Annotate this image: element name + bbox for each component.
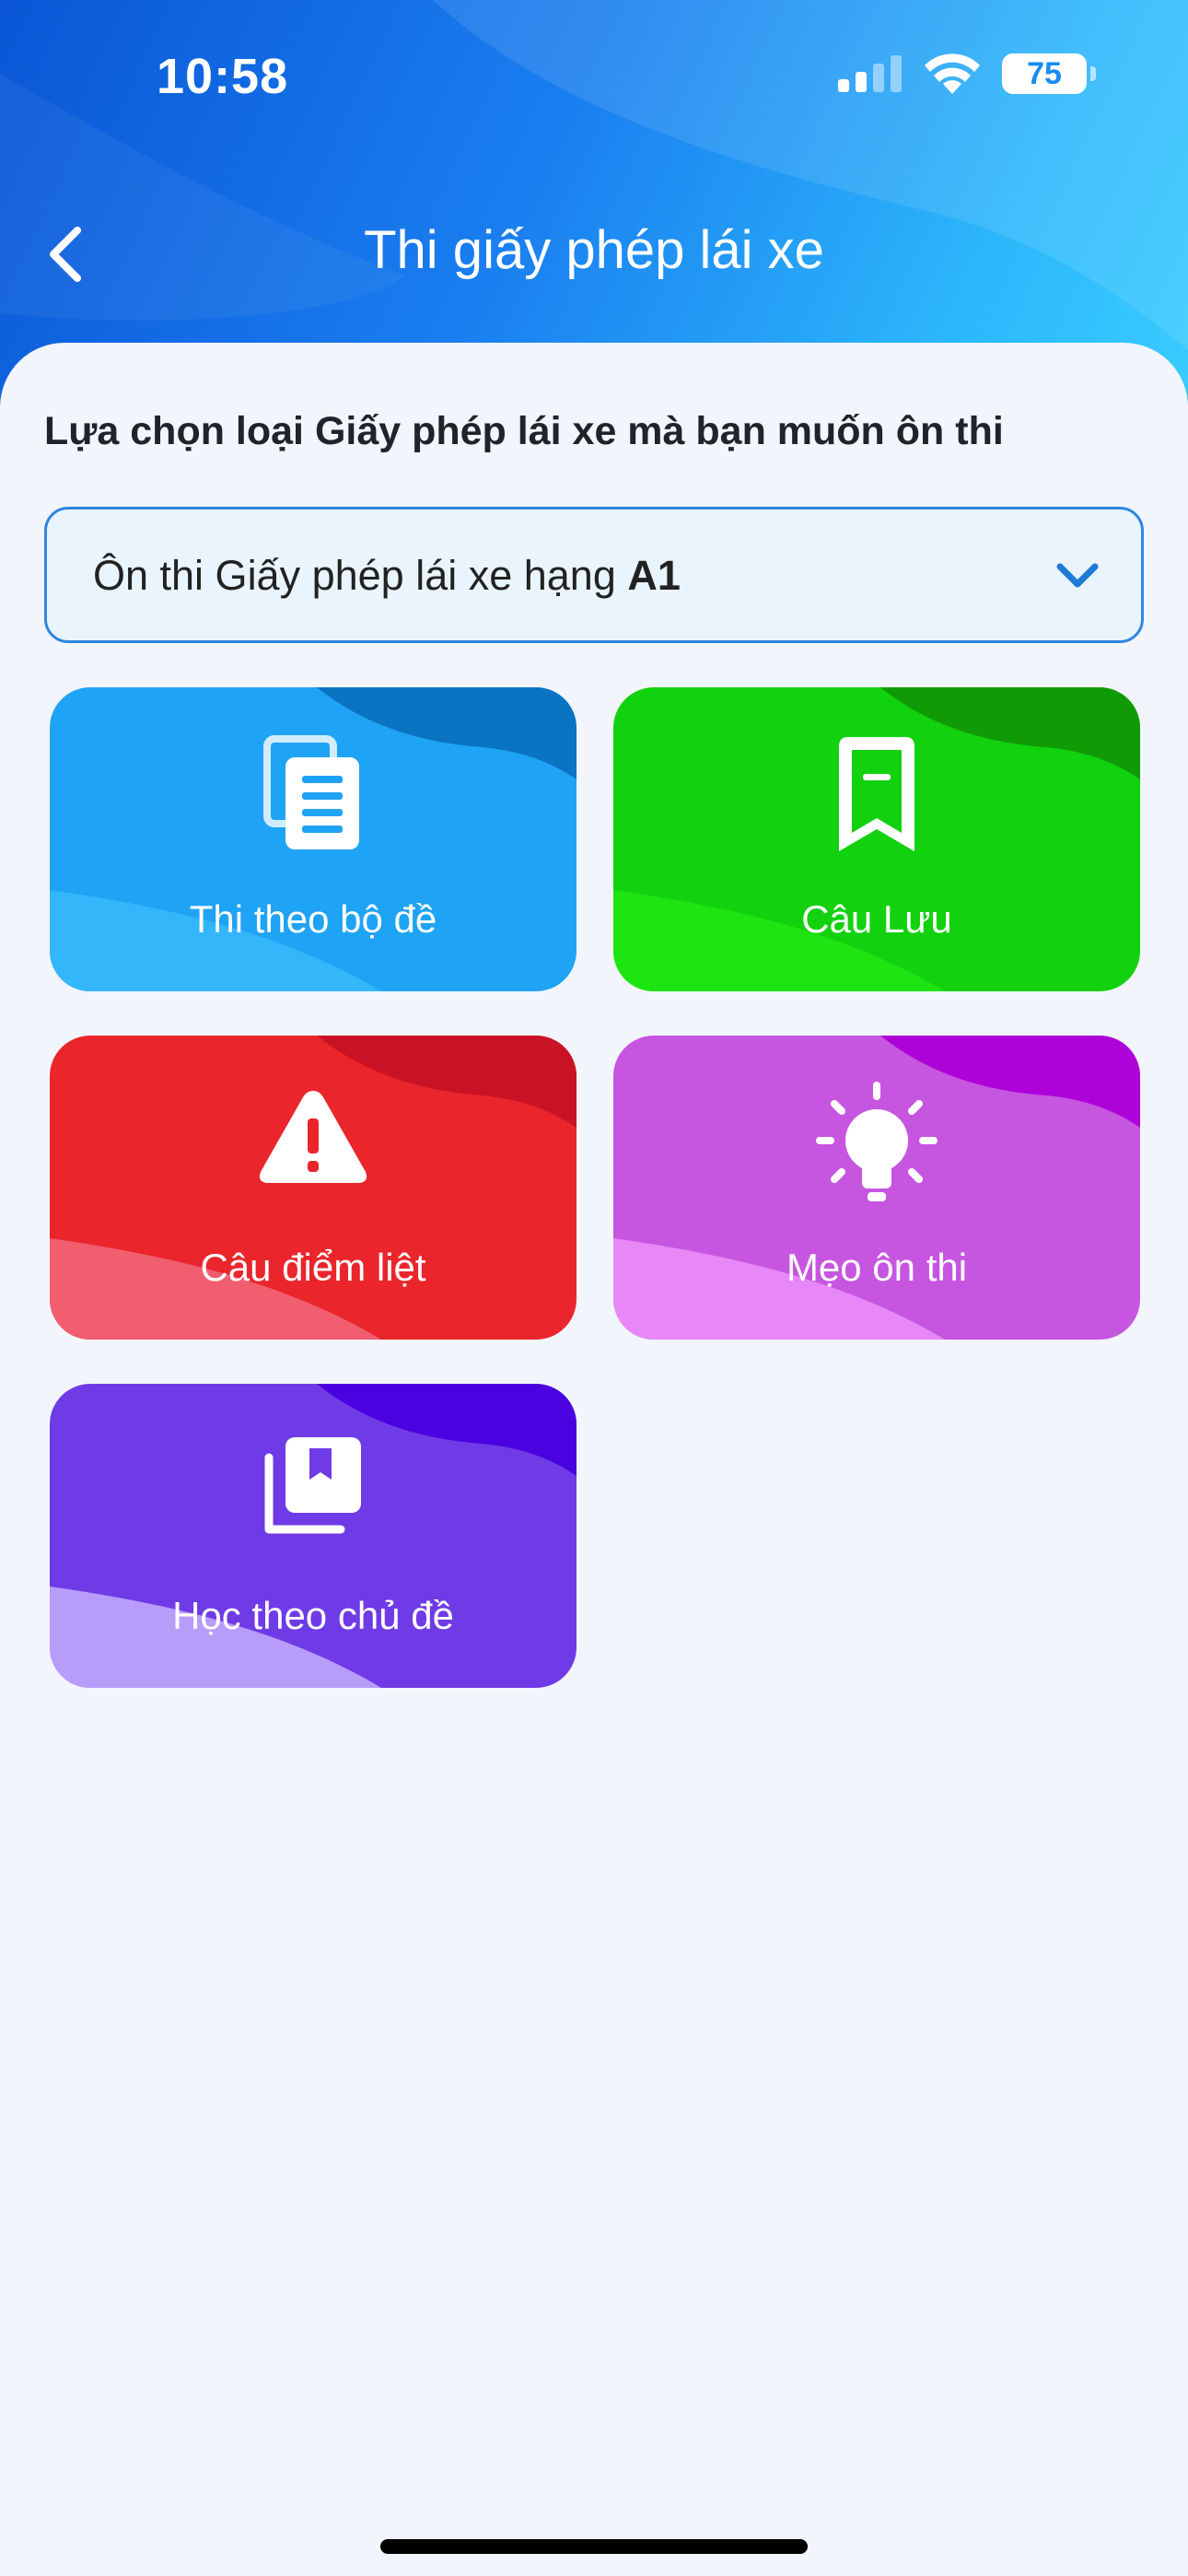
wifi-icon [925, 53, 980, 94]
bookmark-icon [613, 733, 1140, 862]
card-saved-questions[interactable]: Câu Lưu [613, 687, 1140, 991]
card-label: Mẹo ôn thi [786, 1246, 968, 1289]
dropdown-label: Ôn thi Giấy phép lái xe hạng [93, 552, 628, 599]
signal-icon [838, 55, 902, 92]
dropdown-selected-value: Ôn thi Giấy phép lái xe hạng A1 [93, 552, 681, 600]
license-class-dropdown[interactable]: Ôn thi Giấy phép lái xe hạng A1 [44, 507, 1144, 643]
card-label: Thi theo bộ đề [189, 897, 437, 941]
lightbulb-icon [613, 1082, 1140, 1211]
warning-icon [50, 1082, 577, 1211]
home-indicator[interactable] [380, 2539, 808, 2554]
book-stack-icon [50, 1430, 577, 1559]
documents-icon [50, 733, 577, 862]
card-exam-tips[interactable]: Mẹo ôn thi [613, 1036, 1140, 1340]
screen: 10:58 75 Thi giấy phép lái xe Lựa chọn l… [0, 0, 1188, 2576]
card-critical-questions[interactable]: Câu điểm liệt [50, 1036, 577, 1340]
battery-indicator: 75 [1002, 53, 1096, 94]
dropdown-class: A1 [627, 552, 681, 599]
page-title: Thi giấy phép lái xe [364, 220, 824, 280]
selection-prompt: Lựa chọn loại Giấy phép lái xe mà bạn mu… [44, 409, 1004, 453]
status-time: 10:58 [157, 49, 289, 104]
card-exam-sets[interactable]: Thi theo bộ đề [50, 687, 577, 991]
card-label: Câu điểm liệt [200, 1246, 426, 1289]
chevron-down-icon [1056, 563, 1099, 588]
card-label: Câu Lưu [801, 897, 952, 941]
status-icons: 75 [838, 53, 1096, 94]
card-label: Học theo chủ đề [172, 1594, 454, 1637]
card-study-by-topic[interactable]: Học theo chủ đề [50, 1384, 577, 1688]
